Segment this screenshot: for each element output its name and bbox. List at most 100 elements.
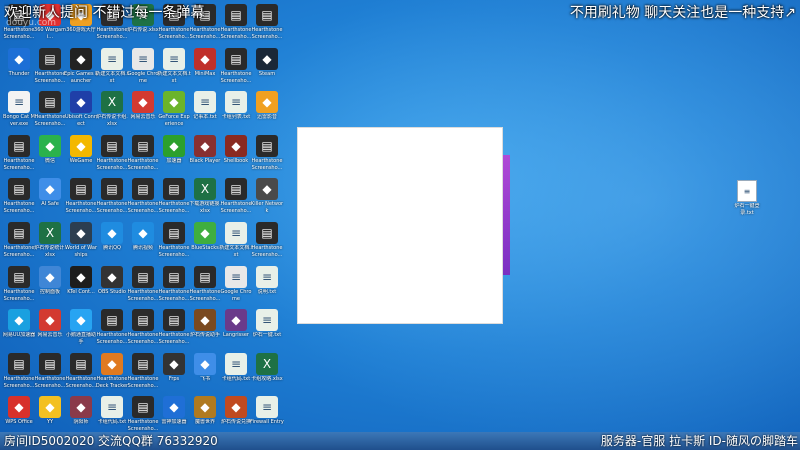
desktop-icon-label: Hearthstone Screensho... — [3, 245, 35, 258]
desktop-icon[interactable]: ◆ WeGame — [64, 133, 98, 177]
hearthstone-screenshot-icon: ▤ — [39, 352, 61, 375]
desktop-icon[interactable]: ◆ Epic Games Launcher — [64, 46, 98, 90]
hearthstone-screenshot-icon: ▤ — [8, 352, 30, 375]
desktop-icon[interactable]: ▤ Hearthstone Screensho... — [126, 264, 160, 308]
desktop-icon[interactable]: ≡ 新建文本文档.txt — [95, 46, 129, 90]
desktop-icon[interactable]: ◆ GeForce Experience — [157, 89, 191, 133]
desktop-icon[interactable]: ◆ AI Safe — [33, 176, 67, 220]
wow-icon: ◆ — [194, 396, 216, 419]
desktop-icon[interactable]: ◆ Killer Network — [250, 176, 284, 220]
desktop-icon-label: Hearthstone Screensho... — [220, 70, 252, 84]
desktop-icon[interactable]: ▤ Hearthstone Screensho... — [157, 307, 191, 351]
desktop-icon[interactable]: ◆ KTel Cont... — [64, 264, 98, 308]
desktop-icon[interactable]: ▤ Hearthstone Screensho... — [126, 176, 160, 220]
desktop-icon-label: Google Chrome — [127, 70, 159, 84]
desktop-icon[interactable]: ▤ Hearthstone Screensho... — [250, 133, 284, 177]
desktop-icon[interactable]: ◆ 微信 — [33, 133, 67, 177]
desktop-icon[interactable]: ▤ Hearthstone Screensho... — [64, 176, 98, 220]
desktop-icon[interactable]: ≡ 炉石一键.txt — [250, 307, 284, 351]
desktop-icon[interactable]: ◆ 小鹅通直播助手 — [64, 307, 98, 351]
desktop-icon[interactable]: X 卡组攻略.xlsx — [250, 351, 284, 395]
desktop-icon[interactable]: ◆ 炉石传说助手 — [188, 307, 222, 351]
desktop-icon[interactable]: X 炉石传说卡组.xlsx — [95, 89, 129, 133]
desktop-icon[interactable]: ◆ Hearthstone Deck Tracker — [95, 351, 129, 395]
desktop-icon-label: 小鹅通直播助手 — [65, 332, 96, 346]
desktop-icon[interactable]: ▤ Hearthstone Screensho... — [219, 176, 253, 220]
desktop-icon[interactable]: ▤ Hearthstone Screensho... — [126, 351, 160, 395]
desktop-icon[interactable]: ▤ Hearthstone Screensho... — [157, 220, 191, 264]
desktop-icon[interactable]: ▤ Hearthstone Screensho... — [188, 264, 222, 308]
desktop-icon[interactable]: ≡ Google Chrome — [126, 46, 160, 90]
desktop-icon[interactable]: ▤ Hearthstone Screensho... — [126, 133, 160, 177]
desktop-icon[interactable]: ◆ OBS Studio — [95, 264, 129, 308]
desktop-icon-label: Hearthstone Screensho... — [127, 157, 159, 171]
desktop-icon[interactable]: ◆ Ubisoft Connect — [64, 89, 98, 133]
desktop-icon[interactable]: ▤ Hearthstone Screensho... — [250, 220, 284, 264]
excel-file-icon: X — [39, 222, 61, 244]
desktop-icon[interactable]: ≡ Google Chrome — [219, 264, 253, 308]
hearthstone-screenshot-icon: ▤ — [39, 91, 61, 114]
desktop-icon[interactable]: ▤ Hearthstone Screensho... — [64, 351, 98, 395]
desktop-icon[interactable]: ▤ Hearthstone Screensho... — [95, 307, 129, 351]
desktop-icon[interactable]: ◆ Black Player — [188, 133, 222, 177]
desktop-icon[interactable]: ▤ Hearthstone Screensho... — [219, 46, 253, 90]
desktop-icon[interactable]: ▤ Hearthstone Screensho... — [2, 351, 36, 395]
desktop-icon[interactable]: ▤ Hearthstone Screensho... — [95, 133, 129, 177]
desktop-icon[interactable]: ≡ Bongo Cat Mver.exe — [2, 89, 36, 133]
desktop-icon[interactable]: ◆ 腾讯QQ — [95, 220, 129, 264]
desktop-icon[interactable]: ≡ 说明.txt — [250, 264, 284, 308]
desktop-icon[interactable]: ◆ BlueStacks — [188, 220, 222, 264]
desktop-icon[interactable]: ◆ 控制面板 — [33, 264, 67, 308]
desktop-icon[interactable]: ◆ Langrisser — [219, 307, 253, 351]
desktop-icon[interactable]: ◆ World of Warships — [64, 220, 98, 264]
bongo-cat-icon: ≡ — [8, 91, 30, 114]
desktop-icon[interactable]: ≡ 卡组代码.txt — [219, 351, 253, 395]
desktop-icon[interactable]: ▤ Hearthstone Screensho... — [126, 307, 160, 351]
desktop-icon[interactable]: ◆ 腾讯视频 — [126, 220, 160, 264]
desktop-icon[interactable]: ▤ Hearthstone Screensho... — [2, 264, 36, 308]
desktop-icon[interactable]: ◆ Frps — [157, 351, 191, 395]
desktop-icon[interactable]: ≡ 记事本.txt — [188, 89, 222, 133]
hearthstone-screenshot-icon: ▤ — [101, 309, 123, 332]
desktop-icon[interactable]: ◆ Steam — [250, 46, 284, 90]
desktop-icon[interactable]: ▤ Hearthstone Screensho... — [2, 133, 36, 177]
hearthstone-screenshot-icon: ▤ — [101, 178, 123, 201]
blank-popup-window[interactable] — [297, 127, 503, 324]
desktop-icon[interactable]: ◆ 加速器 — [157, 133, 191, 177]
desktop-icon[interactable]: ▤ Hearthstone Screensho... — [33, 46, 67, 90]
desktop-icon-label: Hearthstone Screensho... — [158, 288, 190, 302]
desktop-icon-label: Steam — [258, 70, 276, 77]
desktop-icon[interactable]: ◆ Shellbook — [219, 133, 253, 177]
desktop-icon-label: 360游戏大厅 — [66, 27, 96, 33]
desktop-icon[interactable]: ▤ Hearthstone Screensho... — [157, 264, 191, 308]
desktop-icon[interactable]: ◆ 网易云音乐 — [126, 89, 160, 133]
text-file-icon: ≡ — [225, 222, 247, 244]
desktop-icon[interactable]: ▤ Hearthstone Screensho... — [2, 176, 36, 220]
desktop-icon[interactable]: ◆ Thunder — [2, 46, 36, 90]
desktop-icon-label: 网易云音乐 — [130, 114, 156, 121]
desktop-icon[interactable]: ◆ 网易UU加速器 — [2, 307, 36, 351]
desktop-icon[interactable]: ≡ 卡组列表.txt — [219, 89, 253, 133]
desktop-icon[interactable]: ▤ Hearthstone Screensho... — [157, 176, 191, 220]
desktop-icon-label: BlueStacks — [191, 245, 219, 251]
frps-icon: ◆ — [163, 352, 185, 375]
desktop-icon-label: 飞书 — [199, 375, 210, 382]
desktop-icon[interactable]: ≡ 新建文本文档.txt — [219, 220, 253, 264]
desktop-icon[interactable]: ▤ Hearthstone Screensho... — [33, 89, 67, 133]
desktop-icon[interactable]: X 下载游戏链接.xlsx — [188, 176, 222, 220]
desktop-icon[interactable]: ◆ 迅雷影音 — [250, 89, 284, 133]
hearthstone-screenshot-icon: ▤ — [8, 178, 30, 201]
xunlei-video-icon: ◆ — [256, 91, 278, 114]
desktop-icon[interactable]: ◆ MiniMax — [188, 46, 222, 90]
desktop-icon[interactable]: ▤ Hearthstone Screensho... — [33, 351, 67, 395]
desktop-icon[interactable]: ◆ 飞书 — [188, 351, 222, 395]
hearthstone-screenshot-icon: ▤ — [132, 396, 154, 419]
desktop-icon-label: Hearthstone Screensho... — [158, 332, 190, 346]
desktop-icon[interactable]: ◆ 网易云音乐 — [33, 307, 67, 351]
desktop-icon-label: Hearthstone Screensho... — [96, 27, 128, 40]
desktop-icon[interactable]: ▤ Hearthstone Screensho... — [2, 220, 36, 264]
right-desktop-file[interactable]: ≡ 炉石一键登录.txt — [730, 178, 764, 222]
desktop-icon[interactable]: ▤ Hearthstone Screensho... — [95, 176, 129, 220]
desktop-icon[interactable]: ≡ 新建文本文档.txt — [157, 46, 191, 90]
desktop-icon[interactable]: X 炉石传说统计.xlsx — [33, 220, 67, 264]
